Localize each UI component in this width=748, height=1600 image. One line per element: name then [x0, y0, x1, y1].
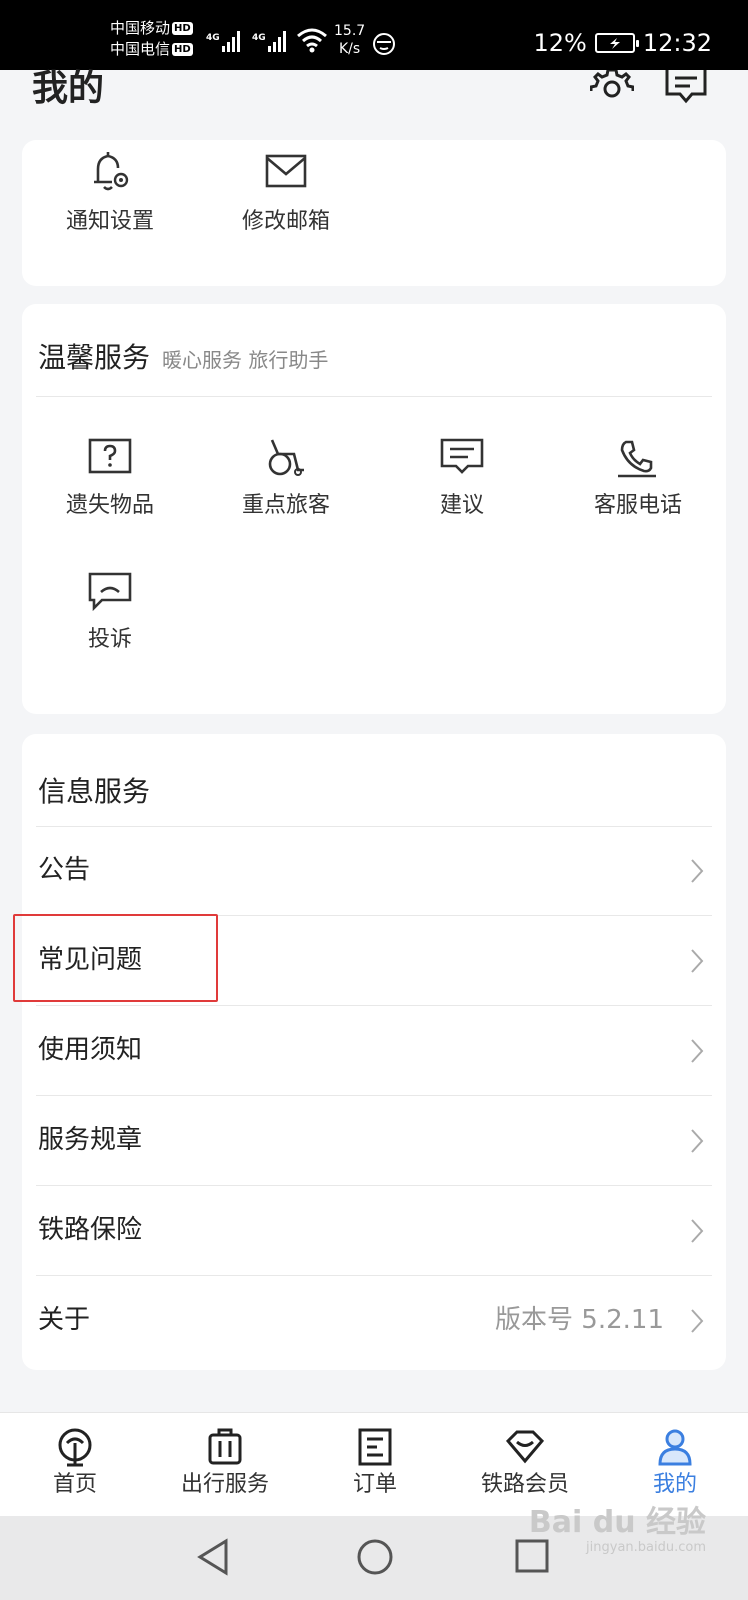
warm-service-card: 温馨服务 暖心服务 旅行助手 遗失物品 重点旅客 建议 客服电话 投诉	[22, 304, 726, 714]
hd-badge: HD	[172, 22, 193, 35]
tab-mine[interactable]: 我的	[600, 1413, 748, 1517]
status-right: 12% 12:32	[533, 28, 712, 58]
complaint-icon	[88, 572, 132, 612]
section-subtitle: 暖心服务 旅行助手	[162, 348, 329, 372]
notification-settings-item[interactable]: 通知设置	[22, 150, 198, 236]
account-settings-card: 通知设置 修改邮箱	[22, 140, 726, 286]
battery-icon	[594, 33, 639, 53]
change-email-label: 修改邮箱	[241, 209, 330, 234]
battery-percent: 12%	[533, 29, 587, 57]
list-item-announcement[interactable]: 公告	[22, 826, 726, 916]
chevron-right-icon	[691, 1129, 704, 1153]
phone-icon	[618, 440, 656, 478]
bottom-tab-bar: 首页 出行服务 订单 铁路会员 我的	[0, 1412, 748, 1516]
hd-badge: HD	[172, 43, 193, 56]
chevron-right-icon	[691, 859, 704, 883]
row-label: 服务规章	[38, 1125, 143, 1155]
row-label: 公告	[38, 855, 91, 885]
notification-settings-label: 通知设置	[65, 209, 154, 234]
watermark-sub: jingyan.baidu.com	[586, 1540, 706, 1555]
change-email-item[interactable]: 修改邮箱	[198, 150, 374, 236]
baidu-watermark: Bai du 经验 jingyan.baidu.com	[529, 1506, 706, 1556]
divider	[36, 396, 712, 397]
suggestion-item[interactable]: 建议	[374, 438, 550, 520]
tab-railway-member[interactable]: 铁路会员	[450, 1413, 600, 1517]
railway-logo-icon	[58, 1428, 92, 1467]
clock: 12:32	[642, 29, 712, 57]
lost-items-item[interactable]: 遗失物品	[22, 438, 198, 520]
carrier-1: 中国移动	[110, 19, 171, 37]
page-header: 我的	[0, 70, 748, 136]
tab-label: 首页	[52, 1472, 97, 1497]
bell-gear-icon	[94, 152, 129, 191]
key-passenger-label: 重点旅客	[241, 493, 330, 518]
diamond-icon	[505, 1430, 545, 1464]
back-triangle-icon[interactable]	[196, 1538, 230, 1576]
info-service-header: 信息服务	[38, 770, 150, 810]
info-service-card: 信息服务 公告 常见问题 使用须知 服务规章 铁路保险 关于 版本号 5.2.1…	[22, 734, 726, 1370]
order-icon	[358, 1428, 392, 1466]
row-label: 使用须知	[38, 1035, 143, 1065]
wheelchair-icon	[268, 439, 304, 476]
lost-items-label: 遗失物品	[65, 493, 154, 518]
list-item-service-rules[interactable]: 服务规章	[22, 1096, 726, 1186]
tab-label: 出行服务	[180, 1472, 269, 1497]
version-number: 版本号 5.2.11	[495, 1305, 664, 1335]
user-icon	[658, 1429, 692, 1466]
key-passenger-item[interactable]: 重点旅客	[198, 438, 374, 520]
carrier-info: 中国移动 HD 中国电信 HD	[110, 18, 193, 60]
wifi-icon	[297, 28, 327, 53]
watermark-main: Bai du 经验	[528, 1505, 706, 1540]
complaint-label: 投诉	[87, 627, 132, 652]
gear-icon[interactable]	[590, 70, 634, 104]
section-title: 信息服务	[38, 775, 151, 808]
tab-label: 铁路会员	[480, 1472, 569, 1497]
row-label: 关于	[38, 1305, 91, 1335]
chevron-right-icon	[691, 949, 704, 973]
carrier-2: 中国电信	[110, 40, 171, 58]
tab-label: 订单	[352, 1472, 397, 1497]
chevron-right-icon	[691, 1309, 704, 1333]
eye-comfort-icon	[373, 33, 395, 55]
customer-service-phone-item[interactable]: 客服电话	[550, 438, 726, 520]
message-icon[interactable]	[664, 70, 708, 104]
network-speed: 15.7 K/s	[334, 23, 366, 57]
customer-service-phone-label: 客服电话	[593, 493, 682, 518]
signal-icon: 4G	[206, 31, 240, 52]
home-circle-icon[interactable]	[356, 1538, 394, 1576]
envelope-icon	[265, 154, 307, 188]
question-box-icon	[88, 438, 132, 474]
highlight-annotation	[13, 914, 218, 1002]
suggestion-label: 建议	[439, 493, 484, 518]
list-item-about[interactable]: 关于 版本号 5.2.11	[22, 1276, 726, 1366]
signal-icon: 4G	[252, 31, 286, 52]
svg-text:4G: 4G	[252, 33, 266, 43]
tab-label: 我的	[652, 1472, 697, 1497]
section-title: 温馨服务	[38, 341, 151, 374]
comment-icon	[440, 438, 484, 474]
row-label: 铁路保险	[38, 1215, 143, 1245]
tab-travel-service[interactable]: 出行服务	[150, 1413, 300, 1517]
warm-service-header: 温馨服务 暖心服务 旅行助手	[38, 336, 328, 376]
luggage-icon	[208, 1428, 242, 1465]
tab-orders[interactable]: 订单	[300, 1413, 450, 1517]
list-item-railway-insurance[interactable]: 铁路保险	[22, 1186, 726, 1276]
page-title: 我的	[32, 68, 105, 109]
chevron-right-icon	[691, 1219, 704, 1243]
complaint-item[interactable]: 投诉	[22, 572, 198, 654]
tab-home[interactable]: 首页	[0, 1413, 150, 1517]
svg-text:4G: 4G	[206, 33, 220, 43]
status-bar: 中国移动 HD 中国电信 HD 4G 4G 15.7 K/s 12% 12:32	[0, 0, 748, 70]
chevron-right-icon	[691, 1039, 704, 1063]
list-item-usage-notice[interactable]: 使用须知	[22, 1006, 726, 1096]
